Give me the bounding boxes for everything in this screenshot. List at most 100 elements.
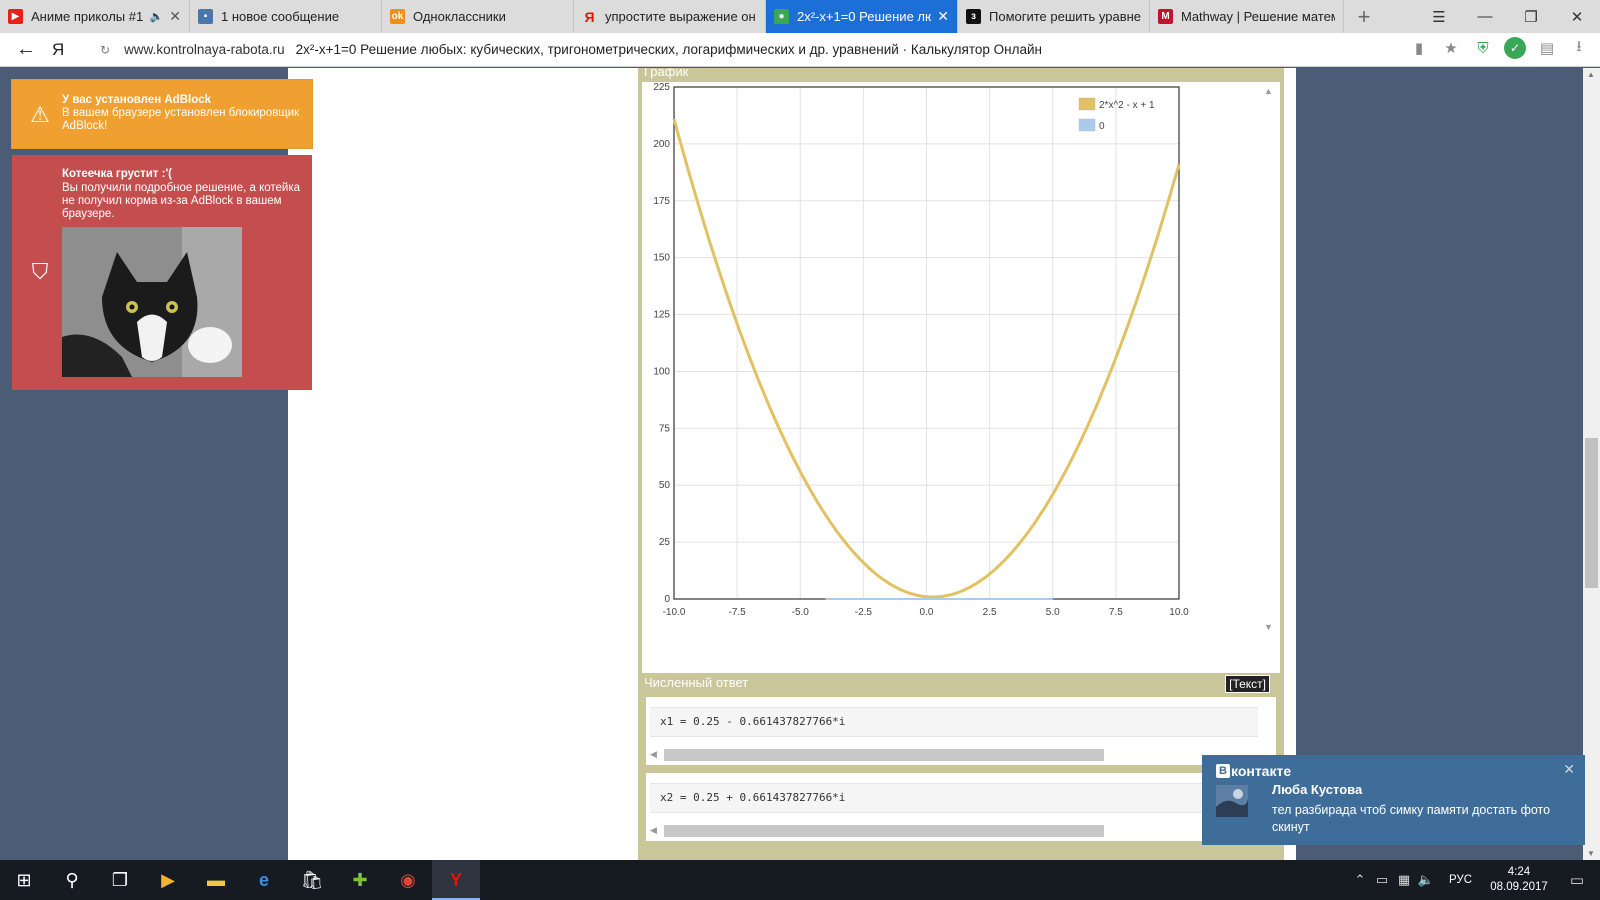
browser-tab[interactable]: ok Одноклассники (382, 0, 574, 33)
checkmark-icon[interactable]: ✓ (1504, 37, 1526, 59)
y-tick-label: 200 (653, 139, 670, 150)
tab-title: упростите выражение он (605, 9, 756, 24)
close-window-icon[interactable]: ✕ (1554, 0, 1600, 33)
shield-alert-icon: ⛉ (31, 258, 49, 284)
legend-label: 0 (1099, 121, 1105, 132)
tab-title: Помогите решить уравне (989, 9, 1141, 24)
adblock-notification[interactable]: ⚠ У вас установлен AdBlock В вашем брауз… (12, 80, 312, 148)
vk-logo-icon: В (1216, 764, 1230, 778)
new-tab-button[interactable]: + (1344, 0, 1384, 33)
y-tick-label: 125 (653, 310, 670, 321)
answer-box: x2 = 0.25 + 0.661437827766*i ◀ (646, 773, 1276, 841)
action-center-icon[interactable]: ▭ (1554, 871, 1600, 889)
answer-panel-title: Численный ответ (644, 675, 749, 690)
x-tick-label: -10.0 (663, 607, 686, 618)
vk-message-text: тел разбирада чтоб симку памяти достать … (1272, 803, 1551, 834)
url-page-title: 2x²-x+1=0 Решение любых: кубических, три… (295, 42, 1042, 57)
yandex-browser-icon[interactable]: Y (432, 860, 480, 900)
y-tick-label: 75 (659, 423, 671, 434)
answer-horizontal-scrollbar[interactable]: ◀ (650, 825, 1258, 837)
y-tick-label: 225 (653, 82, 670, 93)
chevron-up-icon[interactable]: ⌃ (1349, 872, 1371, 888)
odnoklassniki-icon: ok (390, 9, 405, 24)
vk-message-toast[interactable]: В контакте ✕ Люба Кустова тел разбирада … (1202, 755, 1585, 845)
back-arrow-icon[interactable]: ← (0, 38, 52, 61)
graph-area: -10.0 -7.5 -5.0 -2.5 0.0 2.5 5.0 7.5 10.0 0 25 50 75… (642, 82, 1280, 720)
address-bar-actions: ▮ ★ ⛨ ✓ ▤ ⭳ (1408, 37, 1590, 59)
answer-horizontal-scrollbar[interactable]: ◀ (650, 749, 1258, 761)
browser-tab[interactable]: M Mathway | Решение матем (1150, 0, 1344, 33)
url-field[interactable]: ↻ www.kontrolnaya-rabota.ru 2x²-x+1=0 Ре… (100, 42, 1042, 57)
lock-icon[interactable]: ▮ (1408, 37, 1430, 59)
close-icon[interactable]: ✕ (937, 8, 949, 25)
clock[interactable]: 4:24 08.09.2017 (1484, 865, 1554, 895)
browser-tab-active[interactable]: ● 2x²-x+1=0 Решение лю ✕ (766, 0, 958, 33)
tab-title: 1 новое сообщение (221, 9, 340, 24)
browser-tab[interactable]: ▶ Аниме приколы #1 🔈 ✕ (0, 0, 190, 33)
yandex-icon: Я (584, 8, 595, 25)
answer-row: x2 = 0.25 + 0.661437827766*i (650, 783, 1258, 813)
browser-tab[interactable]: Я упростите выражение он (574, 0, 766, 33)
tab-title: 2x²-x+1=0 Решение лю (797, 9, 932, 24)
text-toggle-button[interactable]: [Текст] (1225, 675, 1270, 693)
minimize-icon[interactable]: — (1462, 0, 1508, 33)
star-icon[interactable]: ★ (1440, 37, 1462, 59)
tab-title: Одноклассники (413, 9, 506, 24)
vk-sender-name: Люба Кустова (1272, 782, 1363, 797)
cat-notification-body: Вы получили подробное решение, а котейка… (62, 182, 301, 220)
menu-icon[interactable]: ☰ (1416, 0, 1462, 33)
function-chart: -10.0 -7.5 -5.0 -2.5 0.0 2.5 5.0 7.5 10.0 0 25 50 75… (653, 82, 1189, 618)
avatar (1216, 785, 1248, 817)
y-tick-label: 150 (653, 253, 670, 264)
windows-taskbar: ⊞ ⚲ ❐ ▶ ▬ e 🛍 ✚ ◉ Y ⌃ ▭ ▦ 🔈 РУС 4:24 08.… (0, 860, 1600, 900)
battery-icon[interactable]: ▭ (1371, 872, 1393, 888)
vk-brand-text: контакте (1231, 763, 1292, 779)
y-tick-label: 175 (653, 196, 670, 207)
language-indicator[interactable]: РУС (1449, 874, 1472, 886)
download-icon[interactable]: ⭳ (1568, 37, 1590, 59)
game-icon[interactable]: ✚ (336, 860, 384, 900)
page-scrollbar[interactable]: ▲ ▼ (1583, 68, 1600, 860)
media-icon[interactable]: ▶ (144, 860, 192, 900)
search-icon[interactable]: ⚲ (48, 860, 96, 900)
network-icon[interactable]: ▦ (1393, 872, 1415, 888)
tab-title: Mathway | Решение матем (1181, 9, 1335, 24)
x-tick-label: -7.5 (729, 607, 747, 618)
close-icon[interactable]: ✕ (169, 8, 181, 25)
page-viewport: График -10.0 -7.5 -5.0 -2.5 0.0 2.5 5.0 7.5 10.0… (0, 68, 1600, 860)
address-bar: ← Я ↻ www.kontrolnaya-rabota.ru 2x²-x+1=… (0, 33, 1600, 67)
task-view-icon[interactable]: ❐ (96, 860, 144, 900)
restore-icon[interactable]: ❐ (1508, 0, 1554, 33)
legend-label: 2*x^2 - x + 1 (1099, 100, 1155, 111)
volume-icon[interactable]: 🔈 (1415, 872, 1437, 888)
cat-photo (62, 227, 242, 377)
x-tick-label: 7.5 (1109, 607, 1123, 618)
yandex-logo-icon[interactable]: Я (52, 40, 82, 60)
file-explorer-icon[interactable]: ▬ (192, 860, 240, 900)
mathway-icon: M (1158, 9, 1173, 24)
start-icon[interactable]: ⊞ (0, 860, 48, 900)
cat-notification[interactable]: ⛉ Котеечка грустит :'( Вы получили подро… (12, 155, 312, 390)
extension-shield-icon[interactable]: ⛨ (1472, 37, 1494, 59)
store-icon[interactable]: 🛍 (288, 860, 336, 900)
system-tray: ⌃ ▭ ▦ 🔈 РУС 4:24 08.09.2017 ▭ (1349, 860, 1600, 900)
graph-panel: График -10.0 -7.5 -5.0 -2.5 0.0 2.5 5.0 7.5 10.0… (638, 68, 1284, 728)
reader-icon[interactable]: ▤ (1536, 37, 1558, 59)
close-icon[interactable]: ✕ (1563, 761, 1575, 778)
x-tick-label: -2.5 (855, 607, 873, 618)
y-tick-label: 25 (659, 537, 671, 548)
x-tick-label: 10.0 (1169, 607, 1189, 618)
edge-icon[interactable]: e (240, 860, 288, 900)
speaker-icon[interactable]: 🔈 (150, 10, 164, 23)
url-domain: www.kontrolnaya-rabota.ru (124, 42, 285, 57)
adblock-notification-body: В вашем браузере установлен блокировщик … (62, 107, 300, 132)
y-tick-label: 0 (664, 594, 670, 605)
browser-tab[interactable]: ▪ 1 новое сообщение (190, 0, 382, 33)
browser-tab[interactable]: з Помогите решить уравне (958, 0, 1150, 33)
cat-notification-title: Котеечка грустит :'( (62, 168, 173, 180)
x-tick-label: 0.0 (920, 607, 934, 618)
znanija-icon: з (966, 9, 981, 24)
reload-icon[interactable]: ↻ (100, 43, 110, 57)
chrome-icon[interactable]: ◉ (384, 860, 432, 900)
youtube-icon: ▶ (8, 9, 23, 24)
